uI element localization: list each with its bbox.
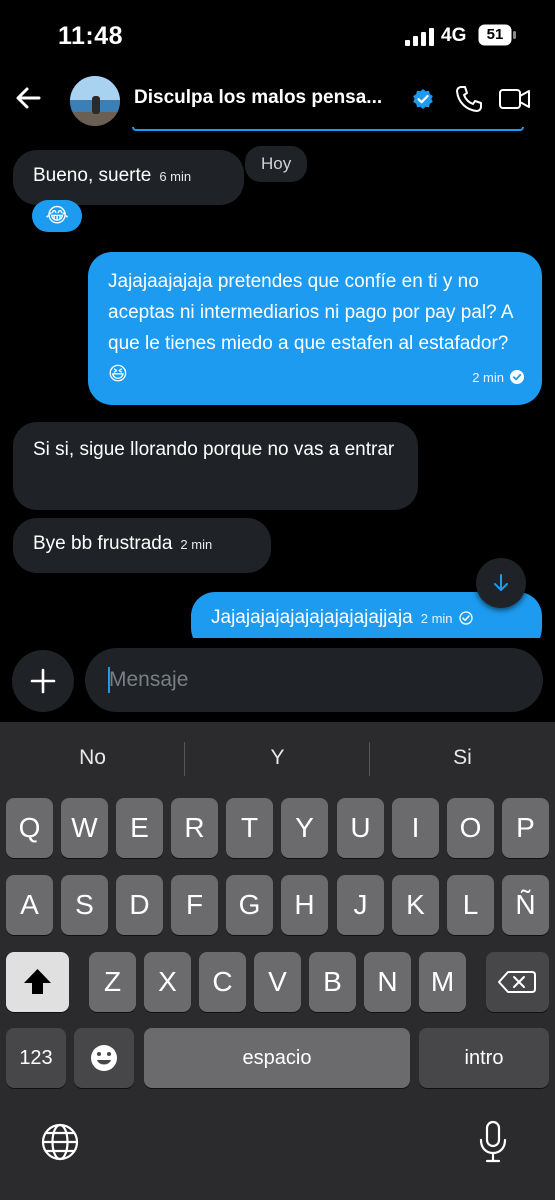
message-received[interactable]: Si si, sigue llorando porque no vas a en… (13, 422, 418, 510)
battery-level: 51 (486, 26, 504, 43)
scroll-to-bottom-button[interactable] (476, 558, 526, 608)
read-check-icon (458, 611, 473, 625)
composer-bar (0, 648, 555, 718)
avatar[interactable] (70, 76, 120, 126)
chat-header: Disculpa los malos pensa... (0, 70, 555, 130)
key-w[interactable]: W (61, 798, 108, 858)
key-x[interactable]: X (144, 952, 191, 1012)
key-p[interactable]: P (502, 798, 549, 858)
attach-button[interactable] (12, 650, 74, 712)
message-time: 2 min (472, 370, 504, 385)
message-text: Jajajaajajaja pretendes que confíe en ti… (108, 271, 513, 385)
message-text: Bueno, suerte (33, 165, 152, 186)
message-text: Si si, sigue llorando porque no vas a en… (33, 439, 395, 460)
reaction-emoji[interactable]: 😂 (32, 200, 82, 232)
key-i[interactable]: I (392, 798, 439, 858)
message-received[interactable]: Bueno, suerte 6 min (13, 150, 244, 205)
key-r[interactable]: R (171, 798, 218, 858)
battery-icon: 51 (478, 24, 516, 46)
key-l[interactable]: L (447, 875, 494, 935)
key-s[interactable]: S (61, 875, 108, 935)
network-label: 4G (441, 25, 467, 46)
keyboard: No Y Si Q W E R T Y U I O P A S D F G H … (0, 722, 555, 1200)
back-arrow-icon[interactable] (12, 82, 44, 114)
message-time: 6 min (159, 169, 192, 184)
arrow-down-icon (494, 574, 508, 591)
backspace-icon (498, 971, 536, 993)
backspace-key[interactable] (486, 952, 549, 1012)
emoji-icon (91, 1045, 117, 1071)
suggestion-bar: No Y Si (0, 722, 555, 794)
suggestion-item[interactable]: No (0, 722, 185, 794)
space-key[interactable]: espacio (144, 1028, 410, 1088)
day-separator: Hoy (245, 146, 308, 182)
emoji-key[interactable] (74, 1028, 134, 1088)
status-bar: 11:48 4G 51 (0, 0, 555, 70)
plus-icon (30, 668, 56, 694)
key-m[interactable]: M (419, 952, 466, 1012)
key-a[interactable]: A (6, 875, 53, 935)
key-d[interactable]: D (116, 875, 163, 935)
message-time: 2 min (420, 611, 453, 626)
globe-icon[interactable] (40, 1122, 80, 1162)
message-list[interactable]: Hoy Bueno, suerte 6 min 😂 Jajajaajajaja p… (0, 140, 555, 638)
pinned-banner-edge (132, 127, 524, 131)
message-text: Bye bb frustrada (33, 533, 173, 554)
verified-badge-icon (413, 89, 433, 109)
signal-icon (405, 28, 434, 46)
microphone-icon[interactable] (476, 1120, 510, 1164)
key-b[interactable]: B (309, 952, 356, 1012)
key-h[interactable]: H (281, 875, 328, 935)
key-f[interactable]: F (171, 875, 218, 935)
shift-key[interactable] (6, 952, 69, 1012)
numbers-key[interactable]: 123 (6, 1028, 66, 1088)
key-c[interactable]: C (199, 952, 246, 1012)
key-enye[interactable]: Ñ (502, 875, 549, 935)
key-q[interactable]: Q (6, 798, 53, 858)
key-n[interactable]: N (364, 952, 411, 1012)
key-j[interactable]: J (337, 875, 384, 935)
message-time: 2 min (180, 537, 213, 552)
suggestion-item[interactable]: Y (185, 722, 370, 794)
key-t[interactable]: T (226, 798, 273, 858)
return-key[interactable]: intro (419, 1028, 549, 1088)
suggestion-item[interactable]: Si (370, 722, 555, 794)
key-g[interactable]: G (226, 875, 273, 935)
message-received[interactable]: Bye bb frustrada 2 min (13, 518, 271, 573)
key-o[interactable]: O (447, 798, 494, 858)
key-e[interactable]: E (116, 798, 163, 858)
status-time: 11:48 (58, 22, 124, 50)
key-z[interactable]: Z (89, 952, 136, 1012)
message-sent[interactable]: Jajajaajajaja pretendes que confíe en ti… (88, 252, 542, 405)
chat-title[interactable]: Disculpa los malos pensa... (134, 87, 382, 109)
message-input[interactable] (85, 648, 543, 712)
phone-icon[interactable] (454, 84, 484, 114)
message-text: Jajajajajajajajajajajajjaja (211, 607, 413, 628)
key-k[interactable]: K (392, 875, 439, 935)
key-u[interactable]: U (337, 798, 384, 858)
key-v[interactable]: V (254, 952, 301, 1012)
video-icon[interactable] (498, 85, 532, 113)
shift-icon (24, 969, 51, 994)
key-y[interactable]: Y (281, 798, 328, 858)
text-caret (108, 667, 110, 693)
read-check-icon (510, 370, 524, 384)
